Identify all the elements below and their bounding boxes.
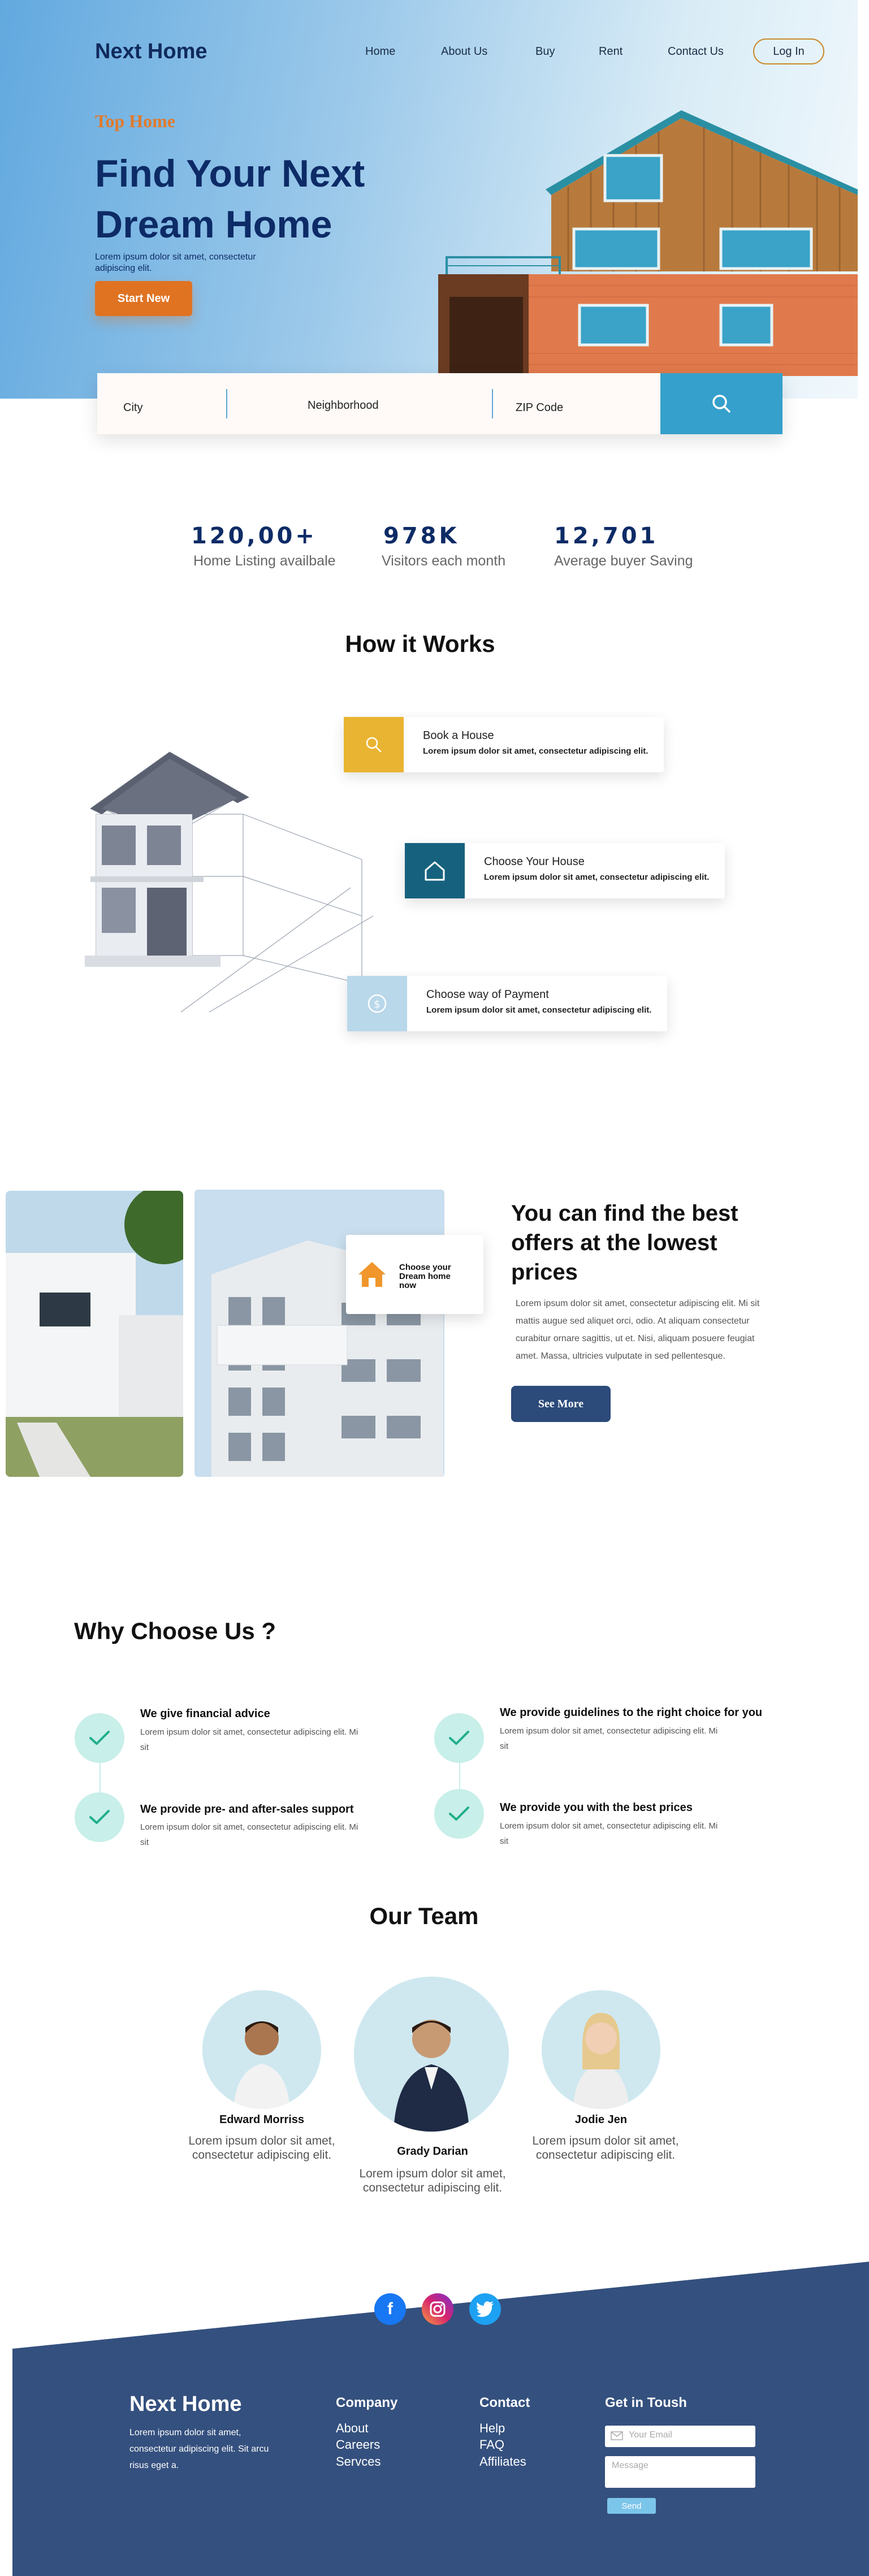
see-more-button[interactable]: See More xyxy=(511,1386,611,1422)
why-item-title: We provide guidelines to the right choic… xyxy=(500,1706,763,1719)
team-member-name: Edward Morriss xyxy=(219,2113,305,2126)
login-button[interactable]: Log In xyxy=(753,38,824,64)
modern-building-photo xyxy=(194,1190,444,1477)
stat-label: Visitors each month xyxy=(382,553,506,569)
step-desc: Lorem ipsum dolor sit amet, consectetur … xyxy=(423,746,648,756)
svg-text:$: $ xyxy=(374,999,380,1010)
how-it-works-title: How it Works xyxy=(345,630,495,657)
divider xyxy=(492,389,493,418)
step-title: Choose Your House xyxy=(484,855,585,868)
why-item-title: We provide you with the best prices xyxy=(500,1801,693,1814)
nav-home[interactable]: Home xyxy=(365,45,395,58)
nav-rent[interactable]: Rent xyxy=(599,45,622,58)
footer-link-careers[interactable]: Careers xyxy=(336,2437,380,2452)
why-item-text: Lorem ipsum dolor sit amet, consectetur … xyxy=(500,1821,718,1846)
connector-line xyxy=(459,1761,460,1792)
team-avatar xyxy=(542,1990,660,2109)
hero-title: Find Your Next Dream Home xyxy=(95,148,412,250)
hero-title-line1: Find Your Next xyxy=(95,152,365,195)
why-item-text: Lorem ipsum dolor sit amet, consectetur … xyxy=(500,1726,718,1751)
footer-link-help[interactable]: Help xyxy=(479,2421,505,2436)
home-icon xyxy=(358,1262,386,1287)
check-icon xyxy=(75,1713,124,1763)
nav-buy[interactable]: Buy xyxy=(535,45,555,58)
nav-contact-us[interactable]: Contact Us xyxy=(668,45,724,58)
why-item-text: Lorem ipsum dolor sit amet, consectetur … xyxy=(140,1727,358,1752)
search-icon xyxy=(366,737,382,753)
white-house-photo xyxy=(6,1191,183,1477)
why-choose-us-title: Why Choose Us ? xyxy=(74,1618,276,1644)
site-logo[interactable]: Next Home xyxy=(95,40,207,64)
divider xyxy=(226,389,227,418)
instagram-icon[interactable] xyxy=(422,2293,453,2325)
team-member-text: Lorem ipsum dolor sit amet, consectetur … xyxy=(359,2167,506,2194)
send-button[interactable]: Send xyxy=(607,2498,656,2514)
search-bar: City Neighborhood ZIP Code xyxy=(97,373,782,434)
nav-about-us[interactable]: About Us xyxy=(441,45,487,58)
team-member-name: Jodie Jen xyxy=(574,2113,628,2126)
home-icon xyxy=(425,861,445,881)
step-title: Choose way of Payment xyxy=(426,988,549,1001)
house-sketch-image xyxy=(85,751,374,1013)
neighborhood-field[interactable]: Neighborhood xyxy=(308,399,379,412)
search-icon xyxy=(712,395,730,413)
hero-title-line2: Dream Home xyxy=(95,203,332,246)
hero-tagline: Top Home xyxy=(95,111,175,131)
step-desc: Lorem ipsum dolor sit amet, consectetur … xyxy=(484,872,710,882)
team-member-text: Lorem ipsum dolor sit amet, consectetur … xyxy=(532,2134,679,2162)
check-icon xyxy=(434,1789,484,1839)
footer-link-about[interactable]: About xyxy=(336,2421,369,2436)
footer-link-services[interactable]: Servces xyxy=(336,2454,381,2469)
dollar-icon: $ xyxy=(368,994,387,1013)
footer-link-faq[interactable]: FAQ xyxy=(479,2437,504,2452)
footer-text: Lorem ipsum dolor sit amet, consectetur … xyxy=(129,2428,269,2470)
our-team-title: Our Team xyxy=(369,1903,479,1929)
start-new-button[interactable]: Start New xyxy=(95,281,192,316)
stat-value: 978K xyxy=(383,523,460,549)
how-step-card[interactable]: Book a House Lorem ipsum dolor sit amet,… xyxy=(344,717,664,772)
footer-touch-title: Get in Toush xyxy=(605,2395,687,2410)
footer-logo[interactable]: Next Home xyxy=(129,2392,242,2417)
check-icon xyxy=(75,1792,124,1842)
team-avatar xyxy=(202,1990,321,2109)
footer-contact-title: Contact xyxy=(479,2395,530,2410)
dream-home-badge: Choose your Dream home now xyxy=(346,1235,483,1314)
how-step-card[interactable]: $ Choose way of Payment Lorem ipsum dolo… xyxy=(347,976,667,1031)
step-icon-box xyxy=(405,843,465,898)
how-step-card[interactable]: Choose Your House Lorem ipsum dolor sit … xyxy=(405,843,725,898)
hero-subtitle: Lorem ipsum dolor sit amet, consectetur … xyxy=(95,252,256,273)
team-member-name: Grady Darian xyxy=(397,2145,468,2158)
stat-value: 120,00+ xyxy=(191,523,317,549)
city-field[interactable]: City xyxy=(123,401,142,414)
step-icon-box: $ xyxy=(347,976,407,1031)
team-avatar xyxy=(354,1977,509,2132)
step-title: Book a House xyxy=(423,729,494,742)
why-item-title: We provide pre- and after-sales support xyxy=(140,1803,354,1816)
step-icon-box xyxy=(344,717,404,772)
offers-text: Lorem ipsum dolor sit amet, consectetur … xyxy=(516,1299,760,1361)
facebook-icon[interactable]: f xyxy=(374,2293,406,2325)
stat-value: 12,701 xyxy=(554,523,659,549)
message-field[interactable]: Message xyxy=(605,2456,755,2488)
check-icon xyxy=(434,1713,484,1763)
zip-code-field[interactable]: ZIP Code xyxy=(516,401,563,414)
message-placeholder: Message xyxy=(612,2461,648,2470)
connector-line xyxy=(100,1761,101,1792)
stat-label: Average buyer Saving xyxy=(554,553,693,569)
email-field[interactable]: Your Email xyxy=(605,2426,755,2447)
team-member-text: Lorem ipsum dolor sit amet, consectetur … xyxy=(188,2134,335,2162)
badge-text: Choose your Dream home now xyxy=(399,1263,451,1290)
hero-house-image xyxy=(438,110,858,376)
search-button[interactable] xyxy=(660,373,782,434)
twitter-icon[interactable] xyxy=(469,2293,501,2325)
footer-link-affiliates[interactable]: Affiliates xyxy=(479,2454,526,2469)
footer-company-title: Company xyxy=(336,2395,398,2410)
why-item-title: We give financial advice xyxy=(140,1708,270,1720)
mail-icon xyxy=(611,2431,623,2440)
offers-title: You can find the best offers at the lowe… xyxy=(511,1201,738,1285)
email-placeholder: Your Email xyxy=(629,2430,672,2440)
why-item-text: Lorem ipsum dolor sit amet, consectetur … xyxy=(140,1822,358,1847)
step-desc: Lorem ipsum dolor sit amet, consectetur … xyxy=(426,1005,652,1015)
stat-label: Home Listing availbale xyxy=(193,553,336,569)
